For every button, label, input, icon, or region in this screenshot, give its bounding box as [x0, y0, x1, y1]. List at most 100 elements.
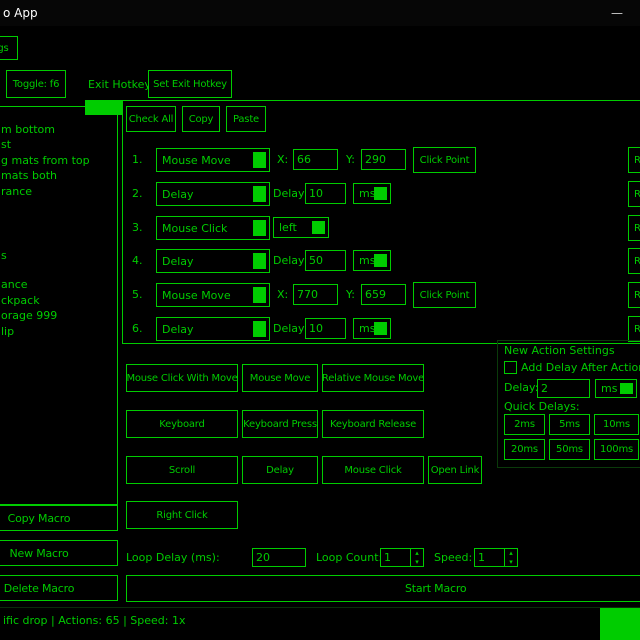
delay-unit-dropdown[interactable]: ms — [353, 250, 391, 271]
action-type-value: Mouse Move — [162, 154, 231, 167]
delay-value-input[interactable] — [305, 250, 346, 271]
action-type-value: Delay — [162, 188, 194, 201]
mouse-button-dropdown[interactable]: left — [273, 217, 329, 238]
remove-action-button[interactable]: R — [628, 282, 640, 308]
loop-count-stepper[interactable]: ▴ ▾ — [380, 548, 424, 567]
remove-action-button[interactable]: R — [628, 147, 640, 173]
add-right-click-button[interactable]: Right Click — [126, 501, 238, 529]
add-scroll-button[interactable]: Scroll — [126, 456, 238, 484]
spinner-arrows: ▴ ▾ — [410, 549, 423, 566]
remove-action-button[interactable]: R — [628, 248, 640, 274]
add-keyboard-release-button[interactable]: Keyboard Release — [322, 410, 424, 438]
set-exit-hotkey-button[interactable]: Set Exit Hotkey — [148, 70, 232, 98]
spinner-up-icon[interactable]: ▴ — [505, 549, 517, 558]
add-keyboard-button[interactable]: Keyboard — [126, 410, 238, 438]
speed-input[interactable] — [475, 549, 504, 566]
spinner-up-icon[interactable]: ▴ — [411, 549, 423, 558]
add-delay-after-action-checkbox[interactable] — [504, 361, 517, 374]
spinner-down-icon[interactable]: ▾ — [411, 558, 423, 567]
macro-list-item[interactable]: ance — [1, 277, 28, 292]
add-delay-button[interactable]: Delay — [242, 456, 318, 484]
delay-unit-dropdown[interactable]: ms — [353, 183, 391, 204]
x-label: X: — [277, 153, 288, 166]
add-mouse-move-button[interactable]: Mouse Move — [242, 364, 318, 392]
tab-settings[interactable]: gs — [0, 36, 18, 60]
macro-list-item[interactable]: ckpack — [1, 293, 40, 308]
speed-stepper[interactable]: ▴ ▾ — [474, 548, 518, 567]
copy-button[interactable]: Copy — [182, 106, 220, 132]
x-coordinate-input[interactable] — [293, 284, 338, 305]
start-macro-button[interactable]: Start Macro — [126, 575, 640, 602]
action-type-dropdown[interactable]: Mouse Click — [156, 216, 270, 240]
click-point-button[interactable]: Click Point — [413, 282, 476, 308]
quick-delay-50ms-button[interactable]: 50ms — [549, 439, 590, 460]
click-point-button[interactable]: Click Point — [413, 147, 476, 173]
delay-label: Delay: — [273, 254, 307, 267]
action-type-dropdown[interactable]: Delay — [156, 317, 270, 341]
action-type-dropdown[interactable]: Mouse Move — [156, 148, 270, 172]
action-type-dropdown[interactable]: Delay — [156, 182, 270, 206]
remove-action-button[interactable]: R — [628, 316, 640, 342]
quick-delay-20ms-button[interactable]: 20ms — [504, 439, 545, 460]
button-label: Copy Macro — [8, 512, 71, 525]
y-coordinate-input[interactable] — [361, 284, 406, 305]
remove-action-button[interactable]: R — [628, 181, 640, 207]
macro-list-item[interactable]: lip — [1, 324, 14, 339]
delete-macro-button[interactable]: Delete Macro — [0, 575, 118, 601]
add-mouse-click-button[interactable]: Mouse Click — [322, 456, 424, 484]
action-type-dropdown[interactable]: Delay — [156, 249, 270, 273]
delay-unit-value: ms — [359, 254, 375, 267]
macro-app-window: o App — gs Toggle: f6 Exit Hotkey: Set E… — [0, 0, 640, 640]
toggle-hotkey-button[interactable]: Toggle: f6 — [6, 70, 66, 98]
new-action-delay-unit-dropdown[interactable]: ms — [595, 379, 637, 398]
copy-macro-button[interactable]: Copy Macro — [0, 505, 118, 531]
minimize-button[interactable]: — — [594, 0, 640, 26]
title-bar: o App — — [0, 0, 640, 26]
loop-count-label: Loop Count: — [316, 551, 382, 564]
loop-count-input[interactable] — [381, 549, 410, 566]
quick-delay-100ms-button[interactable]: 100ms — [594, 439, 639, 460]
macro-list-item[interactable]: s — [1, 248, 7, 263]
window-title: o App — [3, 6, 38, 20]
dropdown-arrow-icon — [253, 186, 266, 202]
add-open-link-button[interactable]: Open Link — [428, 456, 482, 484]
button-label: 2ms — [514, 419, 535, 430]
quick-delay-10ms-button[interactable]: 10ms — [594, 414, 639, 435]
add-relative-mouse-move-button[interactable]: Relative Mouse Move — [322, 364, 424, 392]
button-label: 10ms — [603, 419, 630, 430]
delay-value-input[interactable] — [305, 318, 346, 339]
new-action-delay-input[interactable] — [537, 379, 590, 398]
action-row-number: 5. — [132, 288, 143, 301]
quick-delay-2ms-button[interactable]: 2ms — [504, 414, 545, 435]
x-coordinate-input[interactable] — [293, 149, 338, 170]
selected-macro-item[interactable] — [85, 100, 122, 115]
add-mouse-click-with-move-button[interactable]: Mouse Click With Move — [126, 364, 238, 392]
macro-list-item[interactable]: g mats from top — [1, 153, 90, 168]
add-keyboard-press-button[interactable]: Keyboard Press — [242, 410, 318, 438]
macro-list-item[interactable]: rance — [1, 184, 32, 199]
quick-delay-5ms-button[interactable]: 5ms — [549, 414, 590, 435]
macro-list-item[interactable]: orage 999 — [1, 308, 57, 323]
action-row-number: 3. — [132, 221, 143, 234]
spinner-down-icon[interactable]: ▾ — [505, 558, 517, 567]
remove-action-button[interactable]: R — [628, 215, 640, 241]
macro-list-item[interactable]: m bottom — [1, 122, 55, 137]
new-macro-button[interactable]: New Macro — [0, 540, 118, 566]
paste-button[interactable]: Paste — [226, 106, 266, 132]
y-coordinate-input[interactable] — [361, 149, 406, 170]
button-label: Open Link — [431, 465, 480, 476]
exit-hotkey-label: Exit Hotkey: — [88, 78, 154, 91]
action-type-value: Delay — [162, 255, 194, 268]
delay-value-input[interactable] — [305, 183, 346, 204]
delay-unit-value: ms — [359, 187, 375, 200]
macro-list-item[interactable]: st — [1, 137, 11, 152]
check-all-button[interactable]: Check All — [126, 106, 176, 132]
spinner-arrows: ▴ ▾ — [504, 549, 517, 566]
macro-list-item[interactable]: mats both — [1, 168, 57, 183]
loop-delay-input[interactable] — [252, 548, 306, 567]
action-type-value: Mouse Click — [162, 222, 227, 235]
delay-unit-dropdown[interactable]: ms — [353, 318, 391, 339]
status-bar: ific drop | Actions: 65 | Speed: 1x — [0, 607, 640, 640]
action-type-dropdown[interactable]: Mouse Move — [156, 283, 270, 307]
x-label: X: — [277, 288, 288, 301]
